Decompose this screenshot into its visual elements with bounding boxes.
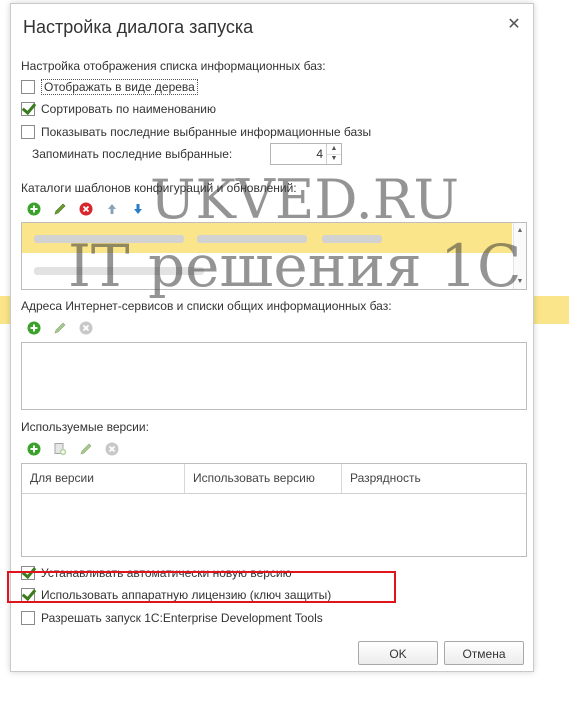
scroll-up-icon[interactable]: ▲ xyxy=(514,227,526,234)
add-icon[interactable] xyxy=(25,319,43,337)
checkbox-label: Показывать последние выбранные информаци… xyxy=(41,125,372,139)
display-section-heading: Настройка отображения списка информацион… xyxy=(21,59,326,73)
checkbox-label: Разрешать запуск 1C:Enterprise Developme… xyxy=(41,611,323,625)
ok-button[interactable]: OK xyxy=(358,641,438,665)
edt-checkbox[interactable]: Разрешать запуск 1C:Enterprise Developme… xyxy=(21,610,323,626)
sort-by-name-checkbox[interactable]: Сортировать по наименованию xyxy=(21,101,216,117)
show-recent-checkbox[interactable]: Показывать последние выбранные информаци… xyxy=(21,124,371,140)
blurred-path xyxy=(322,235,382,243)
edit-pencil-icon xyxy=(51,319,69,337)
cancel-button[interactable]: Отмена xyxy=(444,641,524,665)
checkbox-box[interactable] xyxy=(21,102,35,116)
move-down-icon[interactable] xyxy=(129,200,147,218)
blurred-path xyxy=(34,235,184,243)
show-tree-checkbox[interactable]: Отображать в виде дерева xyxy=(21,79,198,95)
add-icon[interactable] xyxy=(25,440,43,458)
blurred-path xyxy=(34,267,204,275)
checkbox-box[interactable] xyxy=(21,80,35,94)
stepper-down-icon[interactable]: ▼ xyxy=(327,154,341,164)
versions-section-heading: Используемые версии: xyxy=(21,420,149,434)
copy-icon xyxy=(51,440,69,458)
stepper-buttons: ▲ ▼ xyxy=(326,144,341,164)
edit-pencil-icon[interactable] xyxy=(51,200,69,218)
templates-toolbar xyxy=(25,200,147,218)
services-section-heading: Адреса Интернет-сервисов и списки общих … xyxy=(21,299,392,313)
column-header-for-version[interactable]: Для версии xyxy=(22,464,185,493)
checkbox-label: Сортировать по наименованию xyxy=(41,102,217,116)
column-header-bitness[interactable]: Разрядность xyxy=(342,464,526,493)
scroll-down-icon[interactable]: ▼ xyxy=(514,278,526,285)
versions-table[interactable]: Для версии Использовать версию Разряднос… xyxy=(21,463,527,557)
dialog-title: Настройка диалога запуска xyxy=(23,17,254,37)
remember-recent-label: Запоминать последние выбранные: xyxy=(32,147,233,161)
versions-table-header: Для версии Использовать версию Разряднос… xyxy=(22,464,526,494)
services-list[interactable] xyxy=(21,342,527,410)
delete-icon xyxy=(103,440,121,458)
checkbox-label: Отображать в виде дерева xyxy=(41,79,198,95)
close-icon[interactable]: ✕ xyxy=(505,16,523,34)
edit-pencil-icon xyxy=(77,440,95,458)
versions-toolbar xyxy=(25,440,121,458)
checkbox-box[interactable] xyxy=(21,125,35,139)
remember-recent-stepper[interactable]: 4 ▲ ▼ xyxy=(270,143,342,165)
checkbox-box[interactable] xyxy=(21,611,35,625)
services-toolbar xyxy=(25,319,95,337)
add-icon[interactable] xyxy=(25,200,43,218)
blurred-path xyxy=(197,235,307,243)
delete-icon[interactable] xyxy=(77,200,95,218)
templates-list[interactable]: ▲ ▼ xyxy=(21,222,527,290)
templates-section-heading: Каталоги шаблонов конфигураций и обновле… xyxy=(21,181,297,195)
delete-icon xyxy=(77,319,95,337)
templates-scrollbar[interactable]: ▲ ▼ xyxy=(513,223,526,289)
highlight-annotation xyxy=(7,571,396,603)
move-up-icon[interactable] xyxy=(103,200,121,218)
column-header-use-version[interactable]: Использовать версию xyxy=(185,464,342,493)
stepper-value[interactable]: 4 xyxy=(316,147,323,161)
